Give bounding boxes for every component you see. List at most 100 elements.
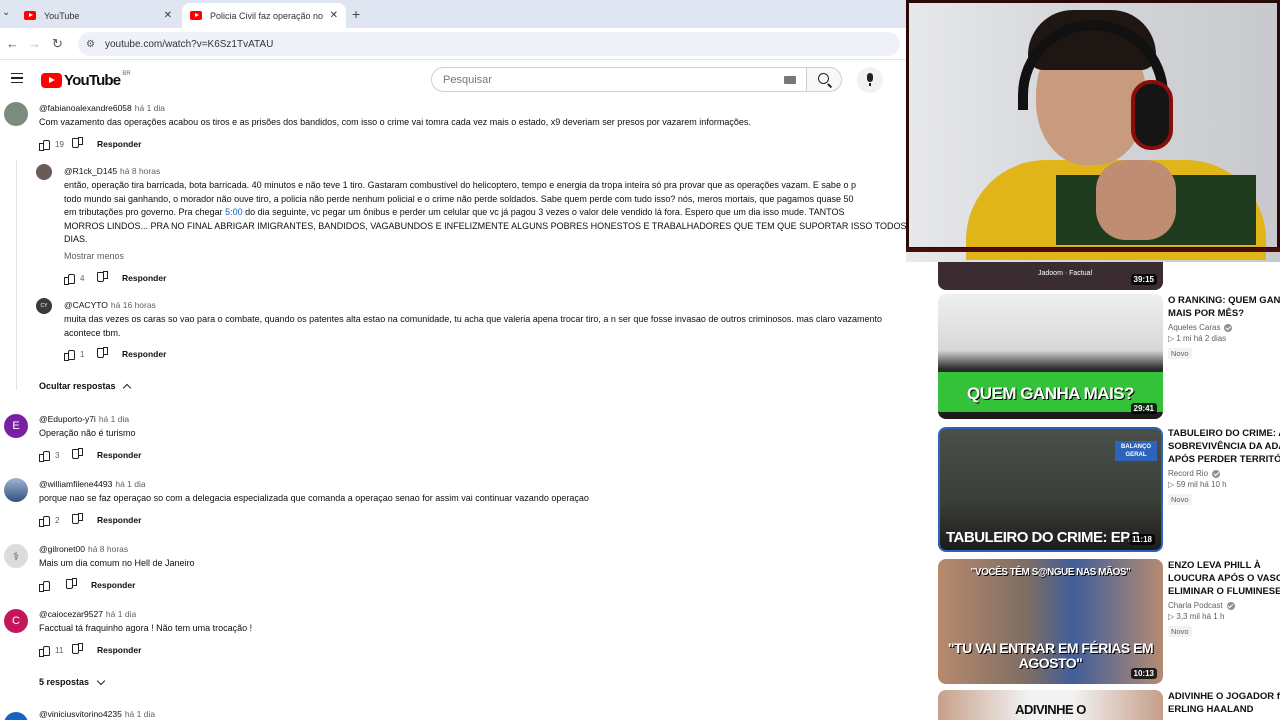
avatar[interactable] xyxy=(4,712,28,720)
avatar[interactable] xyxy=(36,164,52,180)
comment-time[interactable]: há 1 dia xyxy=(115,479,145,489)
comment-time[interactable]: há 8 horas xyxy=(120,166,160,176)
video-title[interactable]: ADIVINHE O JOGADOR ft. ERLING HAALAND xyxy=(1168,690,1280,716)
like-icon[interactable] xyxy=(64,349,75,361)
reply-button[interactable]: Responder xyxy=(91,580,135,590)
dislike-icon[interactable] xyxy=(67,580,77,590)
search-input[interactable]: Pesquisar xyxy=(431,67,807,92)
comment-time[interactable]: há 1 dia xyxy=(106,609,136,619)
comment-author[interactable]: @gilronet00 xyxy=(39,544,85,554)
reply-button[interactable]: Responder xyxy=(97,139,141,149)
tab-close-icon[interactable]: ✕ xyxy=(164,10,172,21)
like-icon[interactable] xyxy=(39,580,50,592)
avatar[interactable]: CY xyxy=(36,298,52,314)
comment-author[interactable]: @CACYTO xyxy=(64,300,108,310)
comment-author[interactable]: @R1ck_D145 xyxy=(64,166,117,176)
menu-hamburger-icon[interactable] xyxy=(11,73,23,83)
new-badge: Novo xyxy=(1168,494,1192,505)
timestamp-link[interactable]: 5:00 xyxy=(225,207,243,217)
comment-actions: Responder xyxy=(39,579,135,592)
like-count: 19 xyxy=(55,139,64,149)
reply-button[interactable]: Responder xyxy=(97,645,141,655)
dislike-icon[interactable] xyxy=(73,645,83,655)
comment-meta: @R1ck_D145 há 8 horas xyxy=(64,166,160,176)
like-icon[interactable] xyxy=(39,139,50,151)
comment-text: Com vazamento das operações acabou os ti… xyxy=(39,117,751,127)
forward-arrow-icon[interactable]: → xyxy=(28,36,41,51)
comment-author[interactable]: @williamfilene4493 xyxy=(39,479,112,489)
reply-button[interactable]: Responder xyxy=(122,273,166,283)
avatar[interactable] xyxy=(4,102,28,126)
tab-close-icon[interactable]: ✕ xyxy=(330,10,338,21)
comment-time[interactable]: há 1 dia xyxy=(125,709,155,719)
channel-name[interactable]: Charla Podcast xyxy=(1168,601,1223,610)
thumbnail-caption-top: "VOCÊS TÊM S@NGUE NAS MÃOS" xyxy=(970,567,1131,578)
like-icon[interactable] xyxy=(64,273,75,285)
tab-list-chevron-icon[interactable]: ⌄ xyxy=(2,7,10,18)
comment-author[interactable]: @viniciusvitorino4235 xyxy=(39,709,122,719)
video-thumbnail[interactable]: QUEM GANHA MAIS? 29:41 xyxy=(938,294,1163,419)
avatar[interactable]: ⚕ xyxy=(4,544,28,568)
new-tab-plus-icon[interactable]: + xyxy=(352,6,360,22)
youtube-header: YouTube BR Pesquisar xyxy=(0,60,906,100)
search-button[interactable] xyxy=(806,67,842,92)
comment-author[interactable]: @Eduporto-y7i xyxy=(39,414,96,424)
comment-author[interactable]: @caiocezar9527 xyxy=(39,609,103,619)
comment-thread: E @Eduporto-y7i há 1 dia Operação não é t… xyxy=(0,412,906,468)
show-less-link[interactable]: Mostrar menos xyxy=(64,251,124,261)
youtube-favicon-icon xyxy=(24,11,36,20)
comment-author[interactable]: @fabianoalexandre6058 xyxy=(39,103,132,113)
reply-button[interactable]: Responder xyxy=(97,450,141,460)
comment-time[interactable]: há 1 dia xyxy=(135,103,165,113)
video-duration: 10:13 xyxy=(1130,668,1157,679)
video-stats: ▷ 3,3 mil há 1 h xyxy=(1168,612,1225,621)
search-icon xyxy=(818,73,829,84)
back-arrow-icon[interactable]: ← xyxy=(6,36,19,51)
webcam-frame-border xyxy=(906,248,1280,252)
url-input[interactable]: ⚙ youtube.com/watch?v=K6Sz1TvATAU xyxy=(78,32,900,56)
video-info[interactable]: ADIVINHE O JOGADOR ft. ERLING HAALAND xyxy=(1168,690,1280,716)
video-title[interactable]: O RANKING: QUEM GANH MAIS POR MÊS? xyxy=(1168,294,1280,320)
dislike-icon[interactable] xyxy=(98,273,108,283)
avatar[interactable] xyxy=(4,478,28,502)
comment-time[interactable]: há 8 horas xyxy=(88,544,128,554)
country-code: BR xyxy=(122,70,131,77)
thumbnail-caption: QUEM GANHA MAIS? xyxy=(966,384,1135,403)
dislike-icon[interactable] xyxy=(73,515,83,525)
video-thumbnail[interactable]: Jadoom · Factual 39:15 xyxy=(938,260,1163,290)
dislike-icon[interactable] xyxy=(73,139,83,149)
video-thumbnail[interactable]: "VOCÊS TÊM S@NGUE NAS MÃOS" "TU VAI ENTR… xyxy=(938,559,1163,684)
avatar[interactable]: C xyxy=(4,609,28,633)
avatar[interactable]: E xyxy=(4,414,28,438)
youtube-logo[interactable]: YouTube BR xyxy=(41,70,131,89)
video-info[interactable]: TABULEIRO DO CRIME: A SOBREVIVÊNCIA DA A… xyxy=(1168,427,1280,507)
show-replies-button[interactable]: 5 respostas xyxy=(39,676,106,687)
site-info-icon[interactable]: ⚙ xyxy=(86,39,95,50)
comment-time[interactable]: há 1 dia xyxy=(99,414,129,424)
video-thumbnail[interactable]: BALANÇO GERAL TABULEIRO DO CRIME: EP.3 1… xyxy=(938,427,1163,552)
reload-icon[interactable]: ↻ xyxy=(52,36,63,52)
like-icon[interactable] xyxy=(39,515,50,527)
video-title[interactable]: TABULEIRO DO CRIME: A SOBREVIVÊNCIA DA A… xyxy=(1168,427,1280,466)
dislike-icon[interactable] xyxy=(73,450,83,460)
like-icon[interactable] xyxy=(39,450,50,462)
logo-text: YouTube xyxy=(64,72,121,89)
voice-search-button[interactable] xyxy=(857,67,883,93)
video-thumbnail[interactable]: ADIVINHE O xyxy=(938,690,1163,720)
reply-button[interactable]: Responder xyxy=(97,515,141,525)
dislike-icon[interactable] xyxy=(98,349,108,359)
keyboard-icon[interactable] xyxy=(784,76,796,84)
hide-replies-button[interactable]: Ocultar respostas xyxy=(39,381,131,392)
channel-name[interactable]: Aqueles Caras xyxy=(1168,323,1220,332)
comment-actions: 11 Responder xyxy=(39,644,141,657)
comment-time[interactable]: há 16 horas xyxy=(111,300,156,310)
verified-badge-icon xyxy=(1226,601,1235,610)
reply-button[interactable]: Responder xyxy=(122,349,166,359)
video-info[interactable]: O RANKING: QUEM GANH MAIS POR MÊS? Aquel… xyxy=(1168,294,1280,361)
channel-name[interactable]: Record Rio xyxy=(1168,469,1208,478)
video-info[interactable]: ENZO LEVA PHILL À LOUCURA APÓS O VASCO E… xyxy=(1168,559,1280,639)
like-icon[interactable] xyxy=(39,645,50,657)
browser-tab-video[interactable]: Policia Civil faz operação no Fal ✕ xyxy=(182,3,346,28)
video-title[interactable]: ENZO LEVA PHILL À LOUCURA APÓS O VASCO E… xyxy=(1168,559,1280,598)
browser-tab-youtube[interactable]: YouTube ✕ xyxy=(16,3,180,28)
